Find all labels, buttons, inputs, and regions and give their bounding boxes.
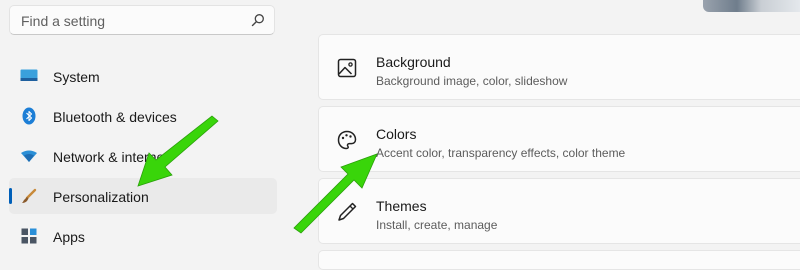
search-placeholder: Find a setting <box>21 13 106 29</box>
bluetooth-icon <box>20 107 38 125</box>
card-subtitle: Install, create, manage <box>376 218 498 232</box>
card-subtitle: Accent color, transparency effects, colo… <box>376 146 626 160</box>
apps-icon <box>20 228 38 244</box>
sidebar-item-bluetooth-devices[interactable]: Bluetooth & devices <box>9 98 277 134</box>
sidebar-item-personalization[interactable]: Personalization <box>9 178 277 214</box>
settings-card-colors[interactable]: Colors Accent color, transparency effect… <box>318 106 800 172</box>
sidebar-item-label: Apps <box>53 229 85 245</box>
sidebar-item-label: Personalization <box>53 189 149 205</box>
sidebar-item-system[interactable]: System <box>9 58 277 94</box>
search-input[interactable]: Find a setting <box>9 5 275 35</box>
card-title: Background <box>376 54 451 70</box>
card-subtitle: Background image, color, slideshow <box>376 74 568 88</box>
picture-icon <box>337 58 357 78</box>
palette-icon <box>337 130 357 150</box>
wifi-icon <box>20 148 38 164</box>
selection-indicator <box>9 188 12 204</box>
sidebar-item-label: Bluetooth & devices <box>53 109 177 125</box>
settings-card-partial[interactable] <box>318 250 800 270</box>
card-title: Colors <box>376 126 417 142</box>
settings-card-background[interactable]: Background Background image, color, slid… <box>318 34 800 100</box>
sidebar-nav: System Bluetooth & devices Network & int… <box>9 58 277 258</box>
pen-icon <box>338 202 357 221</box>
sidebar-item-network-internet[interactable]: Network & internet <box>9 138 277 174</box>
header-wallpaper-thumbnail <box>703 0 800 12</box>
search-icon[interactable] <box>251 13 265 27</box>
brush-icon <box>20 188 38 204</box>
card-title: Themes <box>376 198 427 214</box>
system-icon <box>20 68 38 84</box>
settings-card-themes[interactable]: Themes Install, create, manage <box>318 178 800 244</box>
sidebar-item-apps[interactable]: Apps <box>9 218 277 254</box>
sidebar-item-label: Network & internet <box>53 149 169 165</box>
sidebar-item-label: System <box>53 69 100 85</box>
